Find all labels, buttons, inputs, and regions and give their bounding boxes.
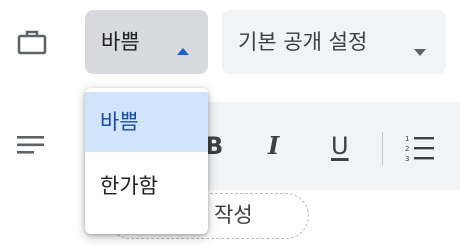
svg-text:3: 3 xyxy=(405,155,409,163)
svg-text:1: 1 xyxy=(405,135,409,143)
numbered-list-icon[interactable]: 1 2 3 xyxy=(405,133,437,163)
underline-button[interactable]: U xyxy=(331,130,349,162)
chevron-down-icon xyxy=(414,49,426,56)
notes-icon xyxy=(17,135,45,155)
italic-button[interactable]: I xyxy=(268,130,279,162)
status-option-label: 바쁨 xyxy=(100,110,139,134)
status-option-busy[interactable]: 바쁨 xyxy=(85,92,208,152)
status-select[interactable]: 바쁨 xyxy=(85,10,208,74)
event-details-panel: 바쁨 기본 공개 설정 B I U 1 2 3 록 작성 바쁨 한가함 xyxy=(0,0,460,246)
caret-up-icon xyxy=(177,48,189,55)
status-option-label: 한가함 xyxy=(100,174,158,198)
briefcase-icon xyxy=(17,28,47,56)
status-option-free[interactable]: 한가함 xyxy=(85,156,208,216)
status-selected-value: 바쁨 xyxy=(101,30,140,54)
status-dropdown-menu: 바쁨 한가함 xyxy=(85,88,208,234)
svg-text:2: 2 xyxy=(405,145,409,153)
visibility-select[interactable]: 기본 공개 설정 xyxy=(222,10,446,74)
visibility-selected-value: 기본 공개 설정 xyxy=(238,30,368,54)
toolbar-divider xyxy=(382,132,383,166)
